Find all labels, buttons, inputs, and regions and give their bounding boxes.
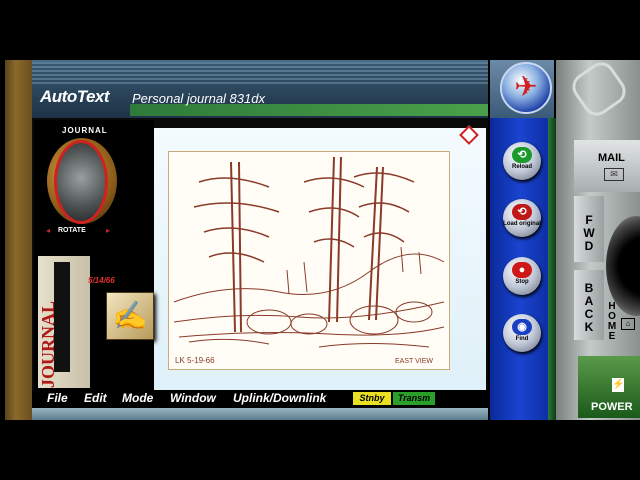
sketch-caption: EAST VIEW xyxy=(395,358,433,365)
menu-window[interactable]: Window xyxy=(170,391,216,405)
load-original-label: Load original xyxy=(503,221,541,227)
find-label: Find xyxy=(515,336,529,342)
home-button[interactable]: HOME xyxy=(606,302,618,342)
load-original-icon: ⟲ xyxy=(512,204,532,220)
stop-icon: ● xyxy=(512,262,532,278)
menu-file[interactable]: File xyxy=(47,391,68,405)
journal-caption: JOURNAL xyxy=(62,126,108,135)
find-eye-icon: ◉ xyxy=(512,319,532,335)
mail-button[interactable] xyxy=(574,140,640,192)
envelope-icon: ✉ xyxy=(604,168,624,181)
power-icon: ⚡ xyxy=(612,378,625,392)
rotate-right-icon[interactable]: ▸ xyxy=(106,226,110,235)
app-logo-icon: ✈ xyxy=(500,62,552,114)
transmit-status-button[interactable]: Transm xyxy=(393,392,435,405)
menu-uplink-downlink[interactable]: Uplink/Downlink xyxy=(233,391,326,405)
app-subtitle: Personal journal 831dx xyxy=(132,91,265,106)
find-button[interactable]: ◉ Find xyxy=(503,314,541,352)
reload-button[interactable]: ⟲ Reload xyxy=(503,142,541,180)
standby-status-button[interactable]: Stnby xyxy=(353,392,391,405)
back-label: BACK xyxy=(584,281,594,334)
title-bar-stripes xyxy=(32,62,488,84)
sketch-signature: LK 5-19-66 xyxy=(175,356,215,365)
pen-write-icon[interactable]: ✍ xyxy=(106,292,154,340)
bottom-bar xyxy=(32,408,488,420)
journal-book-label: JOURNAL xyxy=(38,300,58,388)
menu-mode[interactable]: Mode xyxy=(122,391,153,405)
toolbar-stripe xyxy=(548,118,556,420)
mail-label: MAIL xyxy=(598,152,625,164)
avatar[interactable] xyxy=(54,140,108,224)
wood-frame xyxy=(5,60,32,420)
reload-label: Reload xyxy=(511,164,532,170)
stop-button[interactable]: ● Stop xyxy=(503,257,541,295)
stop-label: Stop xyxy=(515,279,529,285)
entry-date: 5/14/66 xyxy=(88,276,115,285)
rotate-button[interactable]: ROTATE xyxy=(58,227,86,234)
home-icon[interactable]: ⌂ xyxy=(621,318,635,330)
sketch-illustration: LK 5-19-66 EAST VIEW xyxy=(173,156,445,365)
menu-edit[interactable]: Edit xyxy=(84,391,107,405)
rotate-left-icon[interactable]: ◂ xyxy=(46,226,50,235)
load-original-button[interactable]: ⟲ Load original xyxy=(503,199,541,237)
app-title: AutoText xyxy=(40,87,110,106)
journal-sketch: LK 5-19-66 EAST VIEW xyxy=(168,151,450,370)
forward-label: FWD xyxy=(583,213,595,253)
power-label: POWER xyxy=(591,401,633,413)
reload-icon: ⟲ xyxy=(512,147,532,163)
